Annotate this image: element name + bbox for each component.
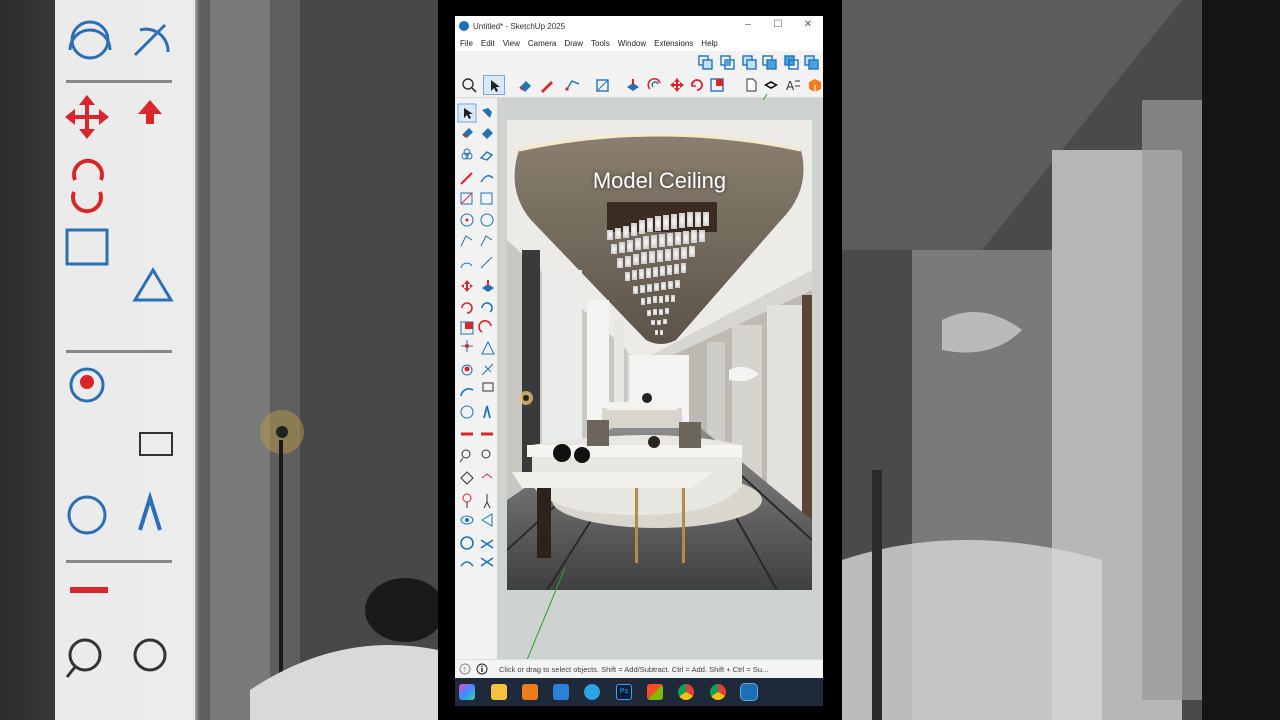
close-icon[interactable]: ✕ [801, 19, 815, 30]
menu-window[interactable]: Window [618, 39, 646, 48]
chrome-profile-icon[interactable] [710, 684, 726, 700]
move-icon[interactable] [669, 77, 685, 93]
info-icon[interactable] [476, 663, 488, 675]
copilot-icon[interactable] [459, 684, 475, 700]
telegram-icon[interactable] [584, 684, 600, 700]
status-bar: ? Click or drag to select objects. Shift… [455, 659, 823, 679]
text-style-icon[interactable]: A [785, 77, 801, 93]
svg-text:A: A [786, 79, 795, 93]
solid-tools-toolbar [455, 51, 823, 73]
arc-icon[interactable] [565, 77, 581, 93]
outer-shell-icon[interactable] [697, 54, 713, 70]
select-arrow-icon [491, 80, 500, 92]
sketchup-window: Untitled* - SketchUp 2025 – ☐ ✕ File Edi… [455, 16, 823, 679]
menu-tools[interactable]: Tools [591, 39, 610, 48]
title-bar: Untitled* - SketchUp 2025 – ☐ ✕ [455, 16, 823, 36]
union-icon[interactable] [741, 54, 757, 70]
overlay-title: Model Ceiling [592, 168, 727, 193]
menu-edit[interactable]: Edit [481, 39, 495, 48]
green-axis-top-tick [762, 93, 768, 101]
menu-help[interactable]: Help [701, 39, 717, 48]
subtract-icon[interactable] [761, 54, 777, 70]
tool-icons-column [457, 103, 495, 567]
green-axis-line [526, 568, 566, 660]
offset-icon[interactable] [647, 77, 663, 93]
background-right-blur [842, 0, 1280, 720]
status-message: Click or drag to select objects. Shift =… [499, 665, 769, 674]
svg-text:?: ? [463, 666, 467, 674]
background-left-blur [0, 0, 438, 720]
pencil-line-icon[interactable] [539, 77, 555, 93]
blue-app-icon[interactable] [553, 684, 569, 700]
orange-app-icon[interactable] [522, 684, 538, 700]
push-pull-icon[interactable] [625, 77, 641, 93]
large-tool-set-palette [455, 100, 497, 660]
geolocation-icon[interactable]: ? [459, 663, 471, 675]
menu-view[interactable]: View [503, 39, 520, 48]
window-title: Untitled* - SketchUp 2025 [473, 22, 566, 31]
section-plane-icon[interactable] [763, 77, 779, 93]
eraser-icon[interactable] [517, 77, 533, 93]
chrome-icon[interactable] [678, 684, 694, 700]
select-tool-button[interactable] [483, 75, 505, 95]
sketchup-logo-icon [459, 21, 469, 31]
windows-taskbar: Ps [455, 678, 823, 706]
photoshop-icon[interactable]: Ps [616, 684, 632, 700]
enlarged-toolbar-ghost [55, 0, 438, 720]
warehouse-box-icon[interactable] [807, 77, 823, 93]
file-explorer-icon[interactable] [491, 684, 507, 700]
rotate-icon[interactable] [689, 77, 705, 93]
sketchup-taskbar-icon[interactable] [740, 683, 758, 701]
scale-icon[interactable] [709, 77, 725, 93]
maximize-icon[interactable]: ☐ [771, 19, 785, 30]
split-icon[interactable] [803, 54, 819, 70]
rectangle-icon[interactable] [595, 77, 611, 93]
menu-camera[interactable]: Camera [528, 39, 556, 48]
store-icon[interactable] [647, 684, 663, 700]
menu-draw[interactable]: Draw [564, 39, 583, 48]
paper-icon[interactable] [743, 77, 759, 93]
menu-file[interactable]: File [460, 39, 473, 48]
trim-icon[interactable] [783, 54, 799, 70]
search-icon[interactable] [461, 77, 477, 93]
intersect-icon[interactable] [719, 54, 735, 70]
menu-extensions[interactable]: Extensions [654, 39, 693, 48]
minimize-icon[interactable]: – [741, 19, 755, 30]
ceiling-render-image: Model Ceiling [507, 120, 812, 590]
menu-bar: File Edit View Camera Draw Tools Window … [455, 36, 823, 51]
